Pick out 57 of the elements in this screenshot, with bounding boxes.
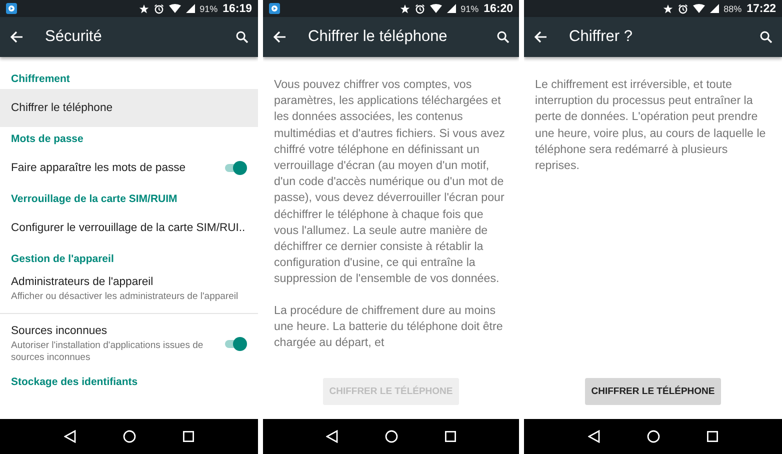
screen-title: Chiffrer ? bbox=[569, 28, 634, 46]
body-paragraph: Vous pouvez chiffrer vos comptes, vos paramètres, les applications téléchargées et les données associées, les contenus multimédias et d'autres fichiers. Si vous avez chiffré votre téléphone en définissant un verrouillage d'écran (au moyen d'un motif, d'un code d'accès numérique ou d'un mot de passe), vous devez déverrouiller l'écran pour déchiffrer le téléphone à chaque fois que vous l'allumez. La seule autre manière de déchiffrer ce dernier consiste à rétablir la configuration d'usine, ce qui entraîne la suppression de l'ensemble de vos données. bbox=[274, 77, 506, 288]
search-icon[interactable] bbox=[236, 31, 248, 43]
screen-title: Chiffrer le téléphone bbox=[308, 28, 448, 46]
back-arrow-icon[interactable] bbox=[534, 31, 547, 43]
item-description: Autoriser l'installation d'applications issues de sources inconnues bbox=[11, 340, 204, 364]
star-icon bbox=[138, 4, 149, 14]
recents-square-icon[interactable] bbox=[183, 431, 194, 442]
section-header: Gestion de l'appareil bbox=[10, 252, 115, 267]
section-header: Verrouillage de la carte SIM/RUIM bbox=[10, 192, 178, 207]
section-header: Mots de passe bbox=[10, 132, 84, 147]
wifi-icon bbox=[430, 4, 442, 13]
alarm-clock-icon bbox=[414, 4, 425, 14]
home-circle-icon[interactable] bbox=[384, 430, 398, 443]
settings-item[interactable]: Chiffrer le téléphone bbox=[0, 89, 258, 127]
search-icon[interactable] bbox=[497, 31, 509, 43]
item-title: Sources inconnues bbox=[11, 324, 108, 338]
alarm-clock-icon bbox=[678, 4, 688, 14]
screen-title: Sécurité bbox=[45, 28, 103, 46]
signal-icon bbox=[710, 4, 719, 13]
back-arrow-icon[interactable] bbox=[273, 31, 286, 43]
settings-item[interactable]: Administrateurs de l'appareil Afficher ou désactiver les administrateurs de l'appareil bbox=[0, 269, 258, 309]
wifi-icon bbox=[168, 4, 181, 13]
toggle-switch[interactable] bbox=[223, 337, 247, 351]
body-paragraph: La procédure de chiffrement dure au moins une heure. La batterie du téléphone doit être chargée au départ, et bbox=[274, 302, 504, 352]
signal-icon bbox=[186, 4, 195, 13]
item-title: Faire apparaître les mots de passe bbox=[11, 161, 187, 175]
back-arrow-icon[interactable] bbox=[10, 31, 23, 43]
battery-percentage: 91% bbox=[200, 4, 218, 14]
encrypt-button[interactable]: CHIFFRER LE TÉLÉPHONE bbox=[585, 378, 721, 405]
item-title: Administrateurs de l'appareil bbox=[11, 275, 154, 289]
item-title: Chiffrer le téléphone bbox=[11, 101, 114, 115]
home-circle-icon[interactable] bbox=[122, 430, 136, 443]
battery-percentage: 88% bbox=[724, 4, 742, 14]
star-icon bbox=[400, 4, 410, 14]
item-description: Afficher ou désactiver les administrateurs de l'appareil bbox=[11, 291, 240, 303]
clock-time: 16:20 bbox=[484, 2, 513, 14]
item-title: Configurer le verrouillage de la carte SIM/RUI.. bbox=[11, 221, 246, 235]
wifi-icon bbox=[692, 4, 705, 13]
section-header: Chiffrement bbox=[10, 72, 71, 87]
clock-time: 17:22 bbox=[746, 2, 776, 14]
signal-icon bbox=[446, 4, 456, 13]
section-header: Stockage des identifiants bbox=[10, 375, 139, 390]
home-circle-icon[interactable] bbox=[646, 430, 660, 443]
back-triangle-icon[interactable] bbox=[588, 430, 600, 443]
back-triangle-icon[interactable] bbox=[326, 430, 338, 443]
alarm-clock-icon bbox=[154, 4, 164, 14]
settings-item[interactable]: Configurer le verrouillage de la carte SIM/RUI.. bbox=[0, 209, 258, 247]
star-icon bbox=[662, 4, 673, 14]
body-paragraph: Le chiffrement est irréversible, et toute interruption du processus peut entraîner la perte de données. L'opération peut prendre une heure, voire plus, au cours de laquelle le téléphone sera redémarré à plusieurs reprises. bbox=[535, 77, 767, 174]
clock-time: 16:19 bbox=[222, 2, 252, 14]
toggle-switch[interactable] bbox=[223, 161, 247, 175]
recents-square-icon[interactable] bbox=[444, 431, 456, 442]
search-icon[interactable] bbox=[760, 31, 772, 43]
recents-square-icon[interactable] bbox=[707, 431, 718, 442]
back-triangle-icon[interactable] bbox=[64, 430, 76, 443]
battery-percentage: 91% bbox=[460, 4, 479, 14]
